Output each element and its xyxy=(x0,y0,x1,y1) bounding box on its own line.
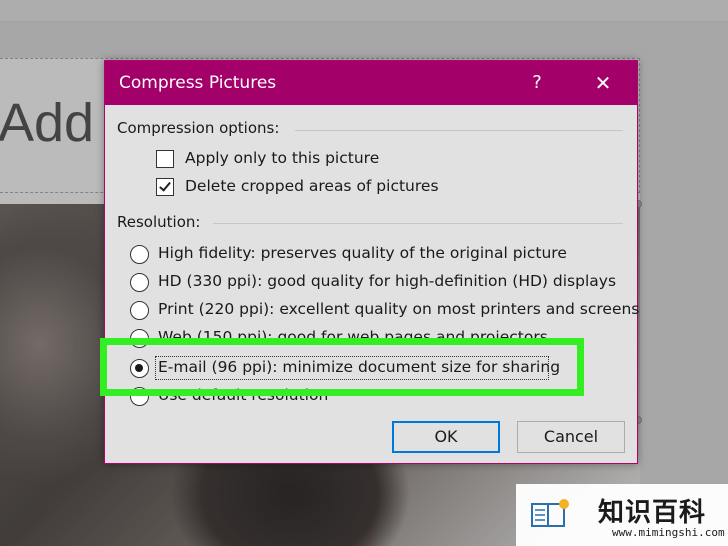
radio-label: Print (220 ppi): excellent quality on mo… xyxy=(158,300,640,318)
divider xyxy=(295,130,623,131)
radio-button[interactable] xyxy=(130,245,149,264)
radio-button[interactable] xyxy=(130,301,149,320)
delete-cropped-checkbox[interactable]: Delete cropped areas of pictures xyxy=(105,175,505,201)
compression-options-label: Compression options: xyxy=(117,119,280,137)
checkmark-icon xyxy=(159,179,171,192)
divider xyxy=(213,223,623,224)
radio-button[interactable] xyxy=(130,273,149,292)
dialog-title: Compress Pictures xyxy=(119,73,277,93)
delete-cropped-label: Delete cropped areas of pictures xyxy=(185,177,439,195)
watermark-url: www.mimingshi.com xyxy=(612,526,725,539)
compress-pictures-dialog: Compress Pictures ? ✕ Compression option… xyxy=(104,60,639,464)
ok-button[interactable]: OK xyxy=(392,421,500,453)
radio-high-fidelity[interactable]: High fidelity: preserves quality of the … xyxy=(105,242,625,268)
apply-only-label: Apply only to this picture xyxy=(185,149,380,167)
help-icon[interactable]: ? xyxy=(519,67,555,99)
radio-hd[interactable]: HD (330 ppi): good quality for high-defi… xyxy=(105,270,625,296)
radio-print[interactable]: Print (220 ppi): excellent quality on mo… xyxy=(105,298,639,324)
green-highlight-box xyxy=(100,338,584,396)
radio-label: High fidelity: preserves quality of the … xyxy=(158,244,567,262)
apply-only-checkbox[interactable]: Apply only to this picture xyxy=(105,147,505,173)
watermark: 知识百科 www.mimingshi.com xyxy=(516,484,728,546)
watermark-text: 知识百科 xyxy=(598,498,707,528)
checkbox-box[interactable] xyxy=(156,150,174,168)
cancel-button[interactable]: Cancel xyxy=(517,421,625,453)
checkbox-box[interactable] xyxy=(156,178,174,196)
radio-label: HD (330 ppi): good quality for high-defi… xyxy=(158,272,617,290)
book-lightbulb-icon xyxy=(531,499,569,527)
dialog-titlebar[interactable]: Compress Pictures ? ✕ xyxy=(105,61,637,105)
close-icon[interactable]: ✕ xyxy=(585,67,621,99)
resolution-label: Resolution: xyxy=(117,213,201,231)
